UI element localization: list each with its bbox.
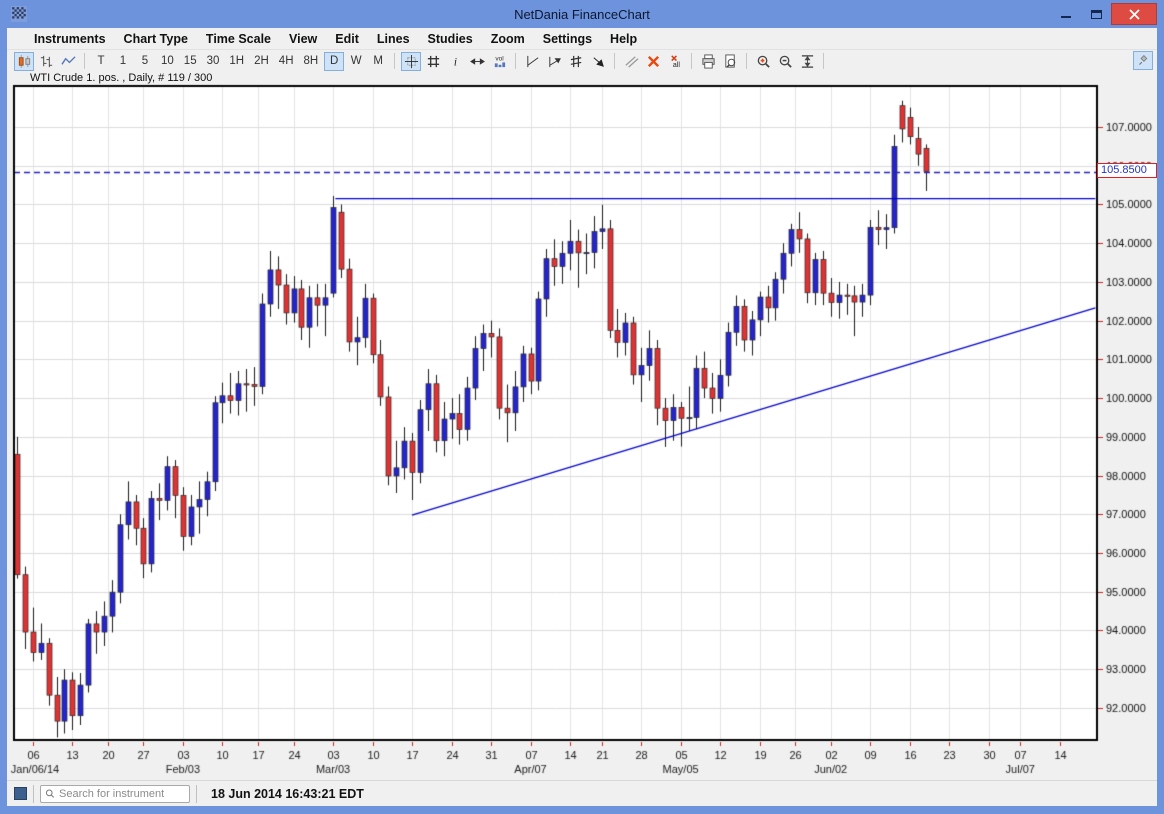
- toolbar-separator: [614, 53, 615, 69]
- app-window: NetDania FinanceChart InstrumentsChart T…: [0, 0, 1164, 814]
- info-button[interactable]: i: [445, 52, 465, 71]
- menu-lines[interactable]: Lines: [368, 28, 419, 49]
- arrow-icon: [591, 54, 606, 69]
- pin-window-button[interactable]: [1133, 51, 1153, 70]
- harrows-icon: [470, 54, 485, 69]
- menu-help[interactable]: Help: [601, 28, 646, 49]
- zoom-in-button[interactable]: [753, 52, 773, 71]
- titlebar[interactable]: NetDania FinanceChart: [7, 0, 1157, 28]
- statusbar-divider: [33, 785, 34, 803]
- window-title: NetDania FinanceChart: [7, 7, 1157, 22]
- linechart-icon: [61, 54, 76, 69]
- zoom-out-button[interactable]: [775, 52, 795, 71]
- crosshair-icon: [404, 54, 419, 69]
- crosshair-button[interactable]: [401, 52, 421, 71]
- volume-icon: vol: [492, 54, 507, 69]
- pin-icon: [1137, 54, 1150, 67]
- menu-time-scale[interactable]: Time Scale: [197, 28, 280, 49]
- statusbar: 18 Jun 2014 16:43:21 EDT: [7, 780, 1157, 806]
- print-icon: [701, 54, 716, 69]
- toolbar-separator: [84, 53, 85, 69]
- fitv-icon: [800, 54, 815, 69]
- print-preview-button[interactable]: [720, 52, 740, 71]
- channel-icon: [569, 54, 584, 69]
- toolbar-separator: [746, 53, 747, 69]
- timeframe-1h-button[interactable]: 1H: [225, 52, 248, 71]
- ohlc-icon: [39, 54, 54, 69]
- connection-status-icon: [14, 787, 27, 800]
- ray-icon: [547, 54, 562, 69]
- timeframe-30-button[interactable]: 30: [203, 52, 224, 71]
- chart-region: WTI Crude 1. pos. , Daily, # 119 / 300 1…: [7, 72, 1157, 780]
- zoomin-icon: [756, 54, 771, 69]
- menubar: InstrumentsChart TypeTime ScaleViewEditL…: [7, 28, 1157, 50]
- arrow-draw-button[interactable]: [588, 52, 608, 71]
- timeframe-8h-button[interactable]: 8H: [300, 52, 323, 71]
- minimize-button[interactable]: [1051, 3, 1081, 25]
- svg-text:vol: vol: [495, 55, 504, 62]
- maximize-button[interactable]: [1081, 3, 1111, 25]
- timeframe-2h-button[interactable]: 2H: [250, 52, 273, 71]
- menu-zoom[interactable]: Zoom: [482, 28, 534, 49]
- line-chart-button[interactable]: [58, 52, 78, 71]
- svg-text:i: i: [454, 56, 457, 68]
- instrument-label: WTI Crude 1. pos. , Daily, # 119 / 300: [30, 72, 212, 84]
- zoomout-icon: [778, 54, 793, 69]
- search-input[interactable]: [59, 788, 189, 800]
- maximize-icon: [1091, 10, 1102, 19]
- close-icon: [1129, 9, 1140, 20]
- menu-settings[interactable]: Settings: [534, 28, 601, 49]
- close-button[interactable]: [1111, 3, 1157, 25]
- scroll-mode-button[interactable]: [467, 52, 487, 71]
- channel-button[interactable]: [566, 52, 586, 71]
- search-icon: [44, 788, 56, 800]
- price-chart[interactable]: [7, 72, 1157, 780]
- ray-line-button[interactable]: [544, 52, 564, 71]
- info-icon: i: [448, 54, 463, 69]
- menu-edit[interactable]: Edit: [326, 28, 368, 49]
- timeframe-monthly-button[interactable]: M: [368, 52, 388, 71]
- menu-instruments[interactable]: Instruments: [25, 28, 115, 49]
- volume-button[interactable]: vol: [489, 52, 509, 71]
- toolbar-separator: [691, 53, 692, 69]
- candlestick-icon: [17, 54, 32, 69]
- timeframe-4h-button[interactable]: 4H: [275, 52, 298, 71]
- parallel-icon: [624, 54, 639, 69]
- timeframe-10-button[interactable]: 10: [157, 52, 178, 71]
- svg-text:all: all: [673, 62, 680, 69]
- menu-chart-type[interactable]: Chart Type: [115, 28, 197, 49]
- minimize-icon: [1061, 16, 1071, 18]
- statusbar-divider: [196, 785, 197, 803]
- candlestick-chart-button[interactable]: [14, 52, 34, 71]
- grid-icon: [426, 54, 441, 69]
- trendline-button[interactable]: [522, 52, 542, 71]
- toolbar-separator: [394, 53, 395, 69]
- menu-studies[interactable]: Studies: [419, 28, 482, 49]
- parallel-lines-button[interactable]: [621, 52, 641, 71]
- current-price-label: 105.8500: [1097, 163, 1157, 178]
- deletex-icon: [646, 54, 661, 69]
- menu-view[interactable]: View: [280, 28, 326, 49]
- preview-icon: [723, 54, 738, 69]
- delete-all-lines-button[interactable]: all: [665, 52, 685, 71]
- toolbar: T151015301H2H4H8HDWMivolall: [7, 50, 1157, 72]
- timestamp: 18 Jun 2014 16:43:21 EDT: [211, 787, 364, 801]
- toolbar-separator: [515, 53, 516, 69]
- search-box[interactable]: [40, 785, 190, 803]
- timeframe-1-button[interactable]: 1: [113, 52, 133, 71]
- timeframe-5-button[interactable]: 5: [135, 52, 155, 71]
- grid-button[interactable]: [423, 52, 443, 71]
- deleteall-icon: all: [668, 54, 683, 69]
- trendline-icon: [525, 54, 540, 69]
- timeframe-tick-button[interactable]: T: [91, 52, 111, 71]
- fit-vertical-button[interactable]: [797, 52, 817, 71]
- toolbar-separator: [823, 53, 824, 69]
- timeframe-daily-button[interactable]: D: [324, 52, 344, 71]
- timeframe-15-button[interactable]: 15: [180, 52, 201, 71]
- print-button[interactable]: [698, 52, 718, 71]
- delete-line-button[interactable]: [643, 52, 663, 71]
- bar-chart-button[interactable]: [36, 52, 56, 71]
- timeframe-weekly-button[interactable]: W: [346, 52, 366, 71]
